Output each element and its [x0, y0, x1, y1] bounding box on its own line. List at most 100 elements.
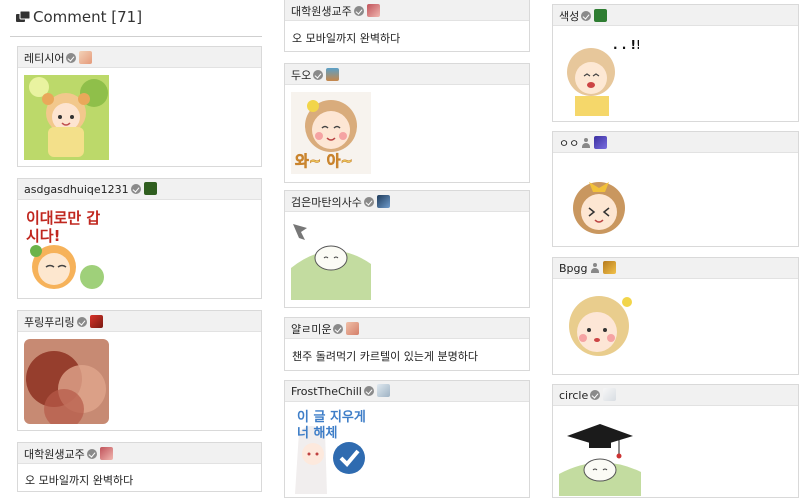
comment-title: Comment [71]: [33, 8, 142, 26]
comment-author[interactable]: circle: [559, 389, 588, 402]
comment-author-line: ㅇㅇ: [559, 135, 608, 151]
comment-author-line: 얄ㄹ미운: [291, 321, 360, 337]
sticker-image: [559, 412, 641, 496]
comment-author-line: Bpgg: [559, 261, 616, 275]
verified-badge-icon: [313, 70, 324, 80]
verified-badge-icon: [353, 6, 364, 16]
verified-badge-icon: [590, 390, 601, 400]
user-avatar-icon: [79, 51, 93, 64]
comment-card: 대학원생교주 오 모바일까지 완벽하다: [17, 442, 262, 492]
comment-header: 얄ㄹ미운: [285, 318, 529, 339]
comment-header: FrostTheChill: [285, 381, 529, 402]
user-avatar-icon: [346, 322, 360, 335]
user-avatar-icon: [326, 68, 340, 81]
user-avatar-icon: [376, 195, 390, 208]
comment-author-line: 푸링푸리링: [24, 314, 103, 330]
comment-count: [71]: [111, 8, 143, 26]
user-avatar-icon: [594, 9, 608, 22]
comment-author[interactable]: Bpgg: [559, 262, 588, 275]
sticker-caption: 이대로만 갑시다!: [26, 209, 101, 245]
comment-header: Bpgg: [553, 258, 798, 279]
comment-header: asdgasdhuiqe1231: [18, 179, 261, 200]
comment-header: 두오: [285, 64, 529, 85]
sticker-caption: 와~ 아~: [295, 152, 354, 171]
verified-badge-icon: [581, 11, 592, 21]
comment-author[interactable]: 검은마탄의사수: [291, 196, 362, 209]
comment-header: 대학원생교주: [18, 443, 261, 464]
sticker-image: [559, 286, 641, 370]
comment-author-line: 두오: [291, 67, 340, 83]
user-avatar-icon: [603, 388, 617, 401]
verified-badge-icon: [66, 53, 77, 63]
comment-card: FrostTheChill 이 글 지우게 너 해체: [284, 380, 530, 498]
verified-badge-icon: [130, 184, 141, 194]
comment-author-line: 레티시어: [24, 50, 93, 66]
comment-author[interactable]: ㅇㅇ: [559, 137, 579, 150]
user-avatar-icon: [366, 4, 380, 17]
header-divider: [10, 36, 262, 37]
comment-author[interactable]: 두오: [291, 69, 311, 82]
sticker-caption: . . !!: [613, 38, 639, 52]
comment-author-line: asdgasdhuiqe1231: [24, 182, 157, 196]
comment-card: Bpgg: [552, 257, 799, 375]
comment-card: 두오 와~ 아~: [284, 63, 530, 183]
verified-badge-icon: [333, 324, 344, 334]
comment-card: 색성 . . !!: [552, 4, 799, 122]
comment-section-header: Comment [71]: [0, 0, 262, 36]
comment-card: asdgasdhuiqe1231 이대로만 갑시다!: [17, 178, 262, 299]
verified-badge-icon: [363, 197, 374, 207]
comment-author[interactable]: asdgasdhuiqe1231: [24, 183, 129, 196]
user-avatar-icon: [89, 315, 103, 328]
comment-text: 오 모바일까지 완벽하다: [25, 474, 134, 487]
comment-author-line: 색성: [559, 8, 608, 24]
verified-badge-icon: [76, 317, 87, 327]
sticker-image: [559, 160, 639, 244]
sticker-image-blurred: [24, 339, 109, 424]
user-avatar-icon: [602, 261, 616, 274]
user-avatar-icon: [99, 447, 113, 460]
comment-author-line: circle: [559, 388, 617, 402]
user-icon: [590, 263, 600, 273]
user-avatar-icon: [143, 182, 157, 195]
sticker-image: [291, 218, 371, 300]
comment-author-line: 대학원생교주: [24, 446, 113, 462]
comment-author[interactable]: 얄ㄹ미운: [291, 323, 331, 336]
comment-card: circle: [552, 384, 799, 498]
comment-author[interactable]: FrostTheChill: [291, 385, 362, 398]
comment-title-label: Comment: [33, 8, 107, 26]
comment-card: 검은마탄의사수: [284, 190, 530, 308]
comment-author-line: FrostTheChill: [291, 384, 390, 398]
verified-badge-icon: [86, 449, 97, 459]
comment-card: 대학원생교주 오 모바일까지 완벽하다: [284, 0, 530, 52]
sticker-image: [24, 75, 109, 160]
comment-author-line: 대학원생교주: [291, 3, 380, 19]
sticker-image: 이 글 지우게 너 해체: [291, 408, 371, 494]
comment-author[interactable]: 색성: [559, 10, 579, 23]
comment-card: ㅇㅇ: [552, 131, 799, 247]
comment-author[interactable]: 대학원생교주: [291, 5, 352, 18]
verified-badge-icon: [363, 386, 374, 396]
comment-icon: [16, 11, 30, 22]
comment-header: 푸링푸리링: [18, 311, 261, 332]
comment-header: circle: [553, 385, 798, 406]
comment-card: 얄ㄹ미운 챈주 돌려먹기 카르텔이 있는게 분명하다: [284, 317, 530, 371]
comment-text: 오 모바일까지 완벽하다: [292, 32, 401, 45]
comment-header: 레티시어: [18, 47, 261, 68]
comment-card: 푸링푸리링: [17, 310, 262, 431]
comment-header: ㅇㅇ: [553, 132, 798, 153]
sticker-image: 이대로만 갑시다!: [24, 207, 109, 292]
comment-author-line: 검은마탄의사수: [291, 194, 390, 210]
comment-text: 챈주 돌려먹기 카르텔이 있는게 분명하다: [292, 350, 479, 363]
comment-author[interactable]: 대학원생교주: [24, 448, 85, 461]
comment-header: 대학원생교주: [285, 0, 529, 21]
comment-author[interactable]: 푸링푸리링: [24, 316, 75, 329]
comment-card: 레티시어: [17, 46, 262, 167]
comment-author[interactable]: 레티시어: [24, 52, 64, 65]
sticker-image: 와~ 아~: [291, 92, 371, 174]
user-icon: [581, 138, 591, 148]
comment-header: 색성: [553, 5, 798, 26]
user-avatar-icon: [594, 136, 608, 149]
comment-header: 검은마탄의사수: [285, 191, 529, 212]
user-avatar-icon: [376, 384, 390, 397]
sticker-image: . . !!: [559, 32, 639, 116]
